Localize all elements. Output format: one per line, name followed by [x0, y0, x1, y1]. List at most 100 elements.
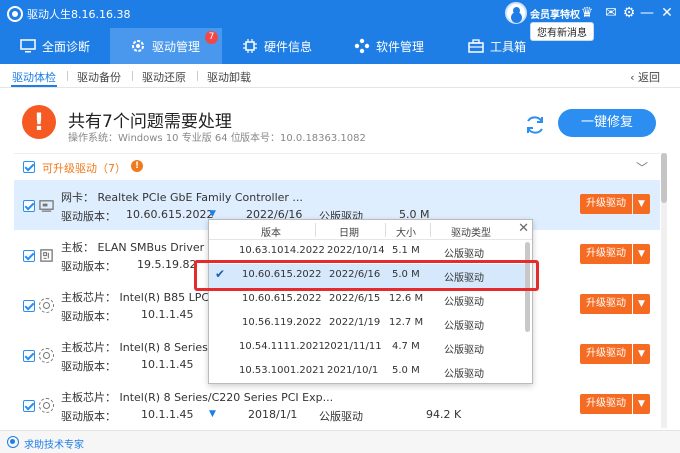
- option-date: 2021/10/1: [327, 365, 379, 376]
- upgrade-driver-button[interactable]: 升级驱动: [580, 294, 632, 314]
- gear-icon: [132, 40, 144, 52]
- board-icon: [40, 249, 53, 262]
- device-name: 主板芯片： Intel(R) 8 Series/C: [61, 341, 220, 354]
- option-version: 10.60.615.2022: [242, 293, 322, 304]
- version-dropdown-icon[interactable]: ▼: [209, 209, 216, 219]
- row-checkbox[interactable]: [23, 350, 35, 362]
- col-header-version: 版本: [261, 228, 281, 239]
- back-button[interactable]: ‹ 返回: [630, 69, 660, 85]
- option-type: 公版驱动: [444, 345, 484, 356]
- driver-version[interactable]: 10.1.1.45: [141, 408, 193, 421]
- version-dropdown-icon[interactable]: ▼: [209, 409, 216, 419]
- sub-nav: 驱动体检 驱动备份 驱动还原 驱动卸载 ‹ 返回: [0, 64, 680, 88]
- section-label: 可升级驱动（7）: [42, 162, 126, 175]
- device-name: 主板芯片： Intel(R) B85 LPC C: [61, 291, 221, 304]
- option-date: 2022/10/14: [327, 245, 385, 256]
- mail-icon[interactable]: ✉: [602, 4, 620, 22]
- option-version: 10.63.1014.2022: [239, 245, 325, 256]
- table-row[interactable]: 主板芯片： Intel(R) 8 Series/C220 Series PCI …: [14, 380, 660, 430]
- upgrade-dropdown-icon[interactable]: ▼: [633, 344, 650, 364]
- row-checkbox[interactable]: [23, 300, 35, 312]
- driver-version[interactable]: 10.1.1.45: [141, 308, 193, 321]
- col-header-type: 驱动类型: [451, 228, 491, 239]
- upgradable-section-header[interactable]: 可升级驱动（7） ! ﹀: [14, 153, 660, 179]
- version-option[interactable]: 10.56.119.2022 2022/1/19 12.7 M 公版驱动: [209, 312, 525, 336]
- subnav-driver-check[interactable]: 驱动体检: [12, 69, 56, 85]
- upgrade-dropdown-icon[interactable]: ▼: [633, 244, 650, 264]
- driver-version[interactable]: 19.5.19.82: [137, 258, 196, 271]
- row-checkbox[interactable]: [23, 200, 35, 212]
- upgrade-dropdown-icon[interactable]: ▼: [633, 294, 650, 314]
- driver-version-label: 驱动版本：: [61, 260, 116, 273]
- app-logo-icon: [7, 6, 23, 22]
- row-checkbox[interactable]: [23, 250, 35, 262]
- crown-icon[interactable]: ♛: [578, 4, 596, 22]
- new-message-bubble[interactable]: 您有新消息: [530, 22, 594, 41]
- section-checkbox[interactable]: [23, 161, 35, 173]
- ask-expert-link[interactable]: 求助技术专家: [24, 436, 84, 451]
- toolbox-icon: [468, 39, 484, 53]
- divider: [430, 223, 431, 237]
- monitor-icon: [20, 39, 36, 53]
- device-name: 主板： ELAN SMBus Driver: [61, 241, 205, 254]
- driver-version[interactable]: 10.60.615.2022: [126, 208, 213, 221]
- driver-version[interactable]: 10.1.1.45: [141, 358, 193, 371]
- driver-size: 94.2 K: [426, 408, 462, 421]
- selection-highlight-box: [194, 260, 539, 291]
- divider: [197, 71, 198, 81]
- tab-label: 全面诊断: [42, 39, 91, 54]
- tab-full-diagnosis[interactable]: 全面诊断: [0, 28, 110, 64]
- support-icon[interactable]: [7, 436, 19, 448]
- upgrade-driver-button[interactable]: 升级驱动: [580, 394, 632, 414]
- option-size: 5.1 M: [392, 245, 420, 256]
- tab-badge: 7: [205, 31, 218, 44]
- footer: 求助技术专家: [0, 430, 680, 453]
- option-date: 2022/1/19: [329, 317, 381, 328]
- refresh-icon[interactable]: [523, 113, 547, 137]
- option-version: 10.53.1001.2021: [239, 365, 325, 376]
- version-option[interactable]: 10.53.1001.2021 2021/10/1 5.0 M 公版驱动: [209, 360, 525, 384]
- upgrade-driver-button[interactable]: 升级驱动: [580, 344, 632, 364]
- tab-software-management[interactable]: 软件管理: [334, 28, 444, 64]
- chevron-left-icon: ‹: [630, 71, 638, 84]
- subnav-driver-uninstall[interactable]: 驱动卸载: [207, 69, 251, 85]
- divider: [385, 223, 386, 237]
- back-label: 返回: [638, 71, 660, 84]
- device-name: 主板芯片： Intel(R) 8 Series/C220 Series PCI …: [61, 391, 334, 404]
- vip-label[interactable]: 会员享特权: [530, 6, 580, 21]
- row-checkbox[interactable]: [23, 400, 35, 412]
- close-icon[interactable]: ✕: [658, 4, 676, 22]
- option-size: 12.6 M: [389, 293, 424, 304]
- subnav-driver-backup[interactable]: 驱动备份: [77, 69, 121, 85]
- version-option[interactable]: 10.54.1111.2021 2021/11/11 4.7 M 公版驱动: [209, 336, 525, 360]
- tab-label: 工具箱: [490, 39, 527, 54]
- close-icon[interactable]: ✕: [518, 221, 529, 236]
- avatar-icon[interactable]: [505, 2, 527, 24]
- tab-label: 软件管理: [376, 39, 425, 54]
- chipset-icon: [39, 348, 54, 363]
- subnav-driver-restore[interactable]: 驱动还原: [142, 69, 186, 85]
- option-size: 5.0 M: [392, 365, 420, 376]
- driver-version-label: 驱动版本：: [61, 410, 116, 423]
- settings-icon[interactable]: ⚙: [620, 4, 638, 22]
- option-date: 2022/6/15: [329, 293, 381, 304]
- one-click-repair-button[interactable]: 一键修复: [558, 109, 656, 137]
- active-tab-indicator: [11, 85, 57, 87]
- upgrade-driver-button[interactable]: 升级驱动: [580, 244, 632, 264]
- tab-hardware-info[interactable]: 硬件信息: [222, 28, 332, 64]
- upgrade-dropdown-icon[interactable]: ▼: [633, 194, 650, 214]
- upgrade-driver-button[interactable]: 升级驱动: [580, 194, 632, 214]
- version-option[interactable]: 10.60.615.2022 2022/6/15 12.6 M 公版驱动: [209, 288, 525, 312]
- minimize-icon[interactable]: —: [638, 4, 656, 22]
- driver-version-label: 驱动版本：: [61, 310, 116, 323]
- vip-entry[interactable]: 会员享特权: [505, 2, 583, 24]
- tab-driver-management[interactable]: 驱动管理 7: [110, 28, 222, 64]
- chevron-down-icon[interactable]: ﹀: [636, 159, 648, 176]
- chipset-icon: [39, 398, 54, 413]
- upgrade-dropdown-icon[interactable]: ▼: [633, 394, 650, 414]
- divider: [315, 223, 316, 237]
- option-type: 公版驱动: [444, 249, 484, 260]
- alert-icon: !: [131, 160, 143, 172]
- scrollbar-thumb[interactable]: [661, 153, 667, 203]
- chipset-icon: [39, 298, 54, 313]
